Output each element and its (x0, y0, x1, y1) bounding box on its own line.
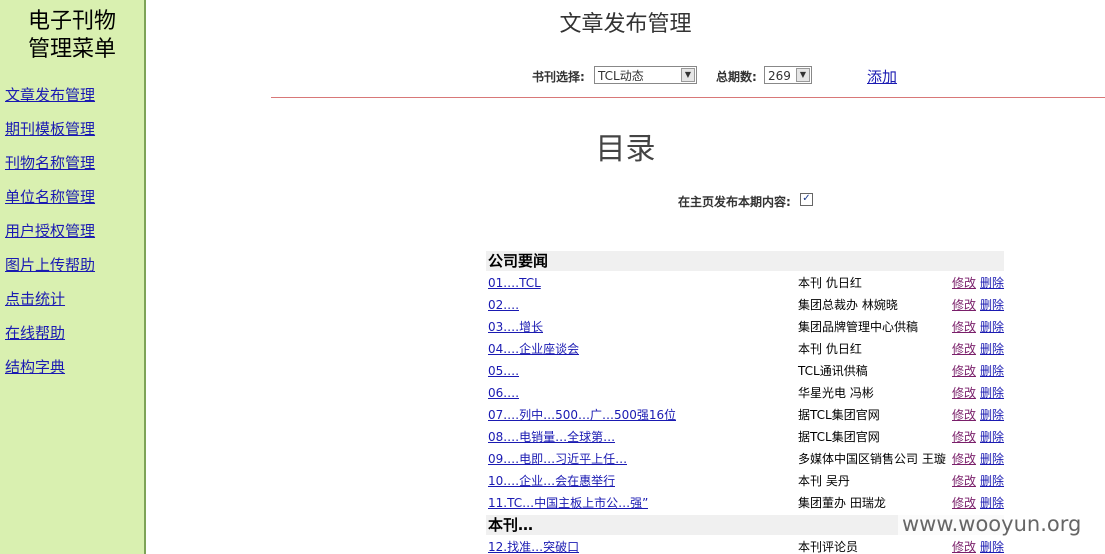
article-author: TCL通讯供稿 (798, 364, 868, 378)
table-row: 11.TC…中国主板上市公…强” 集团董办 田瑞龙 修改 删除 (488, 492, 1006, 514)
edit-link[interactable]: 修改 (952, 492, 976, 514)
table-row: 09.…电即…习近平上任… 多媒体中国区销售公司 王璇 修改 删除 (488, 448, 1006, 470)
divider (271, 97, 1105, 98)
edit-link[interactable]: 修改 (952, 316, 976, 338)
edit-link[interactable]: 修改 (952, 448, 976, 470)
sidebar-item-journal-name[interactable]: 刊物名称管理 (5, 154, 95, 172)
toc-title: 目录 (595, 132, 656, 167)
sidebar-title-line1: 电子刊物 (27, 9, 116, 34)
sidebar-item-article-publish[interactable]: 文章发布管理 (5, 86, 95, 104)
article-title-link[interactable]: 11.TC…中国主板上市公…强” (488, 492, 648, 514)
issue-select-label: 总期数: (716, 70, 757, 84)
table-row: 10.…企业…会在惠举行 本刊 吴丹 修改 删除 (488, 470, 1006, 492)
sidebar-menu: 文章发布管理 期刊模板管理 刊物名称管理 单位名称管理 用户授权管理 图片上传帮… (0, 78, 144, 384)
article-author: 集团总裁办 林婉晓 (798, 298, 898, 312)
delete-link[interactable]: 删除 (980, 404, 1004, 426)
sidebar-item-image-upload-help[interactable]: 图片上传帮助 (5, 256, 95, 274)
article-title-link[interactable]: 01.…TCL (488, 272, 541, 294)
section-header: 公司要闻 (486, 251, 1004, 271)
delete-link[interactable]: 删除 (980, 448, 1004, 470)
delete-link[interactable]: 删除 (980, 360, 1004, 382)
article-title-link[interactable]: 12.找准…突破口 (488, 536, 579, 554)
watermark: www.wooyun.org (898, 512, 1086, 536)
article-title-link[interactable]: 03.…增长 (488, 316, 543, 338)
chevron-down-icon: ▼ (796, 68, 810, 82)
sidebar-title: 电子刊物 管理菜单 (0, 8, 144, 64)
sidebar-item-structure-dict[interactable]: 结构字典 (5, 358, 65, 376)
article-author: 本刊评论员 (798, 540, 859, 554)
table-row: 07.…列中…500…广…500强16位 据TCL集团官网 修改 删除 (488, 404, 1006, 426)
article-title-link[interactable]: 06.… (488, 382, 519, 404)
table-row: 04.…企业座谈会 本刊 仇日红 修改 删除 (488, 338, 1006, 360)
journal-select[interactable]: TCL动态 ▼ (594, 66, 697, 84)
table-row: 03.…增长 集团品牌管理中心供稿 修改 删除 (488, 316, 1006, 338)
article-title-link[interactable]: 07.…列中…500…广…500强16位 (488, 404, 676, 426)
edit-link[interactable]: 修改 (952, 338, 976, 360)
edit-link[interactable]: 修改 (952, 470, 976, 492)
edit-link[interactable]: 修改 (952, 404, 976, 426)
sidebar-title-line2: 管理菜单 (27, 37, 116, 62)
table-row: 06.… 华星光电 冯彬 修改 删除 (488, 382, 1006, 404)
publish-homepage-label: 在主页发布本期内容: (678, 195, 791, 209)
edit-link[interactable]: 修改 (952, 536, 976, 554)
chevron-down-icon: ▼ (681, 68, 695, 82)
delete-link[interactable]: 删除 (980, 382, 1004, 404)
table-row: 02.… 集团总裁办 林婉晓 修改 删除 (488, 294, 1006, 316)
edit-link[interactable]: 修改 (952, 382, 976, 404)
article-title-link[interactable]: 05.… (488, 360, 519, 382)
sidebar: 电子刊物 管理菜单 文章发布管理 期刊模板管理 刊物名称管理 单位名称管理 用户… (0, 0, 146, 554)
article-author: 据TCL集团官网 (798, 408, 880, 422)
sidebar-item-unit-name[interactable]: 单位名称管理 (5, 188, 95, 206)
table-row: 01.…TCL 本刊 仇日红 修改 删除 (488, 272, 1006, 294)
issue-select[interactable]: 269 ▼ (764, 66, 812, 84)
edit-link[interactable]: 修改 (952, 360, 976, 382)
article-title-link[interactable]: 04.…企业座谈会 (488, 338, 579, 360)
delete-link[interactable]: 删除 (980, 470, 1004, 492)
delete-link[interactable]: 删除 (980, 272, 1004, 294)
article-author: 本刊 仇日红 (798, 276, 862, 290)
sidebar-item-template-manage[interactable]: 期刊模板管理 (5, 120, 95, 138)
publish-homepage-checkbox[interactable]: ✓ (800, 193, 813, 206)
delete-link[interactable]: 删除 (980, 536, 1004, 554)
delete-link[interactable]: 删除 (980, 426, 1004, 448)
article-author: 多媒体中国区销售公司 王璇 (798, 452, 946, 466)
table-row: 08.…电销量…全球第… 据TCL集团官网 修改 删除 (488, 426, 1006, 448)
edit-link[interactable]: 修改 (952, 426, 976, 448)
article-title-link[interactable]: 10.…企业…会在惠举行 (488, 470, 615, 492)
article-author: 集团董办 田瑞龙 (798, 496, 886, 510)
sidebar-item-online-help[interactable]: 在线帮助 (5, 324, 65, 342)
edit-link[interactable]: 修改 (952, 294, 976, 316)
table-row: 05.… TCL通讯供稿 修改 删除 (488, 360, 1006, 382)
table-row: 12.找准…突破口 本刊评论员 修改 删除 (488, 536, 1006, 554)
delete-link[interactable]: 删除 (980, 294, 1004, 316)
article-author: 据TCL集团官网 (798, 430, 880, 444)
journal-select-value: TCL动态 (598, 69, 644, 83)
sidebar-item-click-stats[interactable]: 点击统计 (5, 290, 65, 308)
article-title-link[interactable]: 08.…电销量…全球第… (488, 426, 615, 448)
journal-select-label: 书刊选择: (532, 70, 585, 84)
article-title-link[interactable]: 09.…电即…习近平上任… (488, 448, 627, 470)
page-title: 文章发布管理 (559, 12, 692, 37)
article-author: 本刊 仇日红 (798, 342, 862, 356)
article-author: 本刊 吴丹 (798, 474, 850, 488)
delete-link[interactable]: 删除 (980, 338, 1004, 360)
article-title-link[interactable]: 02.… (488, 294, 519, 316)
edit-link[interactable]: 修改 (952, 272, 976, 294)
article-author: 华星光电 冯彬 (798, 386, 874, 400)
article-author: 集团品牌管理中心供稿 (798, 320, 919, 334)
sidebar-item-user-auth[interactable]: 用户授权管理 (5, 222, 95, 240)
main-content: 文章发布管理 书刊选择: TCL动态 ▼ 总期数: 269 ▼ 添加 目录 在主… (146, 0, 1105, 554)
delete-link[interactable]: 删除 (980, 492, 1004, 514)
issue-select-value: 269 (768, 69, 791, 83)
add-link[interactable]: 添加 (867, 66, 897, 87)
delete-link[interactable]: 删除 (980, 316, 1004, 338)
